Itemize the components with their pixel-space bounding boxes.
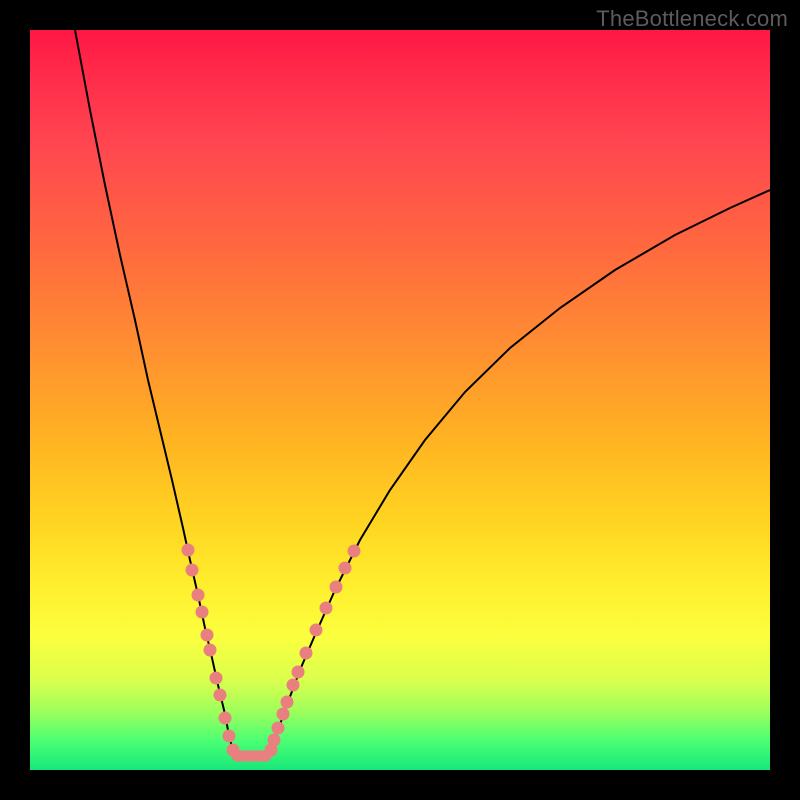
chart-area bbox=[30, 30, 770, 770]
data-marker bbox=[281, 696, 294, 709]
data-markers bbox=[182, 544, 361, 757]
watermark-text: TheBottleneck.com bbox=[596, 6, 788, 32]
data-marker bbox=[186, 564, 199, 577]
data-marker bbox=[214, 689, 227, 702]
data-marker bbox=[339, 562, 352, 575]
curve-right bbox=[270, 190, 770, 752]
data-marker bbox=[320, 602, 333, 615]
data-marker bbox=[287, 679, 300, 692]
data-marker bbox=[310, 624, 323, 637]
data-marker bbox=[268, 734, 281, 747]
data-marker bbox=[192, 589, 205, 602]
data-marker bbox=[223, 730, 236, 743]
data-marker bbox=[300, 647, 313, 660]
data-marker bbox=[348, 545, 361, 558]
bottleneck-curve-plot bbox=[30, 30, 770, 770]
data-marker bbox=[182, 544, 195, 557]
data-marker bbox=[330, 581, 343, 594]
data-marker bbox=[272, 722, 285, 735]
data-marker bbox=[277, 708, 290, 721]
data-marker bbox=[204, 644, 217, 657]
data-marker bbox=[196, 606, 209, 619]
data-marker bbox=[201, 629, 214, 642]
data-marker bbox=[219, 712, 232, 725]
data-marker bbox=[292, 666, 305, 679]
data-marker bbox=[210, 672, 223, 685]
